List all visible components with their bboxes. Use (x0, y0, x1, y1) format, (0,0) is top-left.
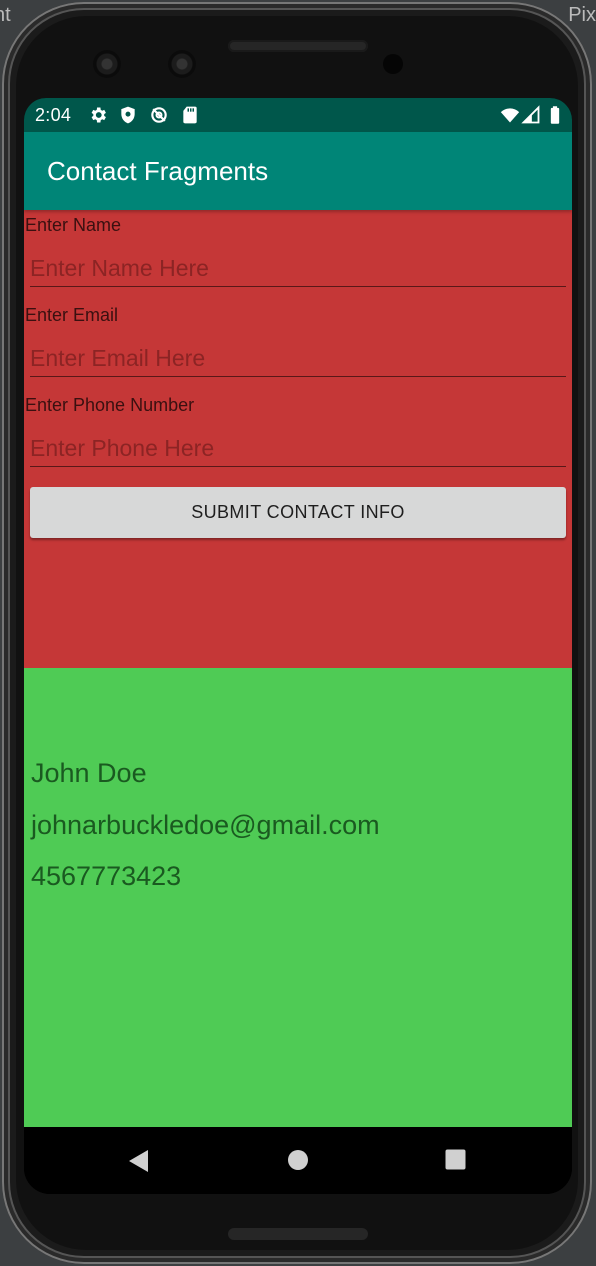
home-icon[interactable] (287, 1149, 309, 1171)
email-input[interactable] (30, 340, 566, 377)
ide-right-label: Pix (568, 4, 596, 26)
device-screen: 2:04 Contact Fragments Enter Name Enter … (24, 98, 572, 1194)
emulator-device-frame: 2:04 Contact Fragments Enter Name Enter … (2, 2, 592, 1264)
settings-icon (91, 107, 106, 123)
contact-display-fragment: John Doe johnarbuckledoe@gmail.com 45677… (24, 668, 572, 1127)
bottom-speaker (228, 1228, 368, 1240)
sync-disabled-icon (151, 107, 167, 123)
recents-icon[interactable] (445, 1149, 466, 1170)
battery-icon (550, 106, 560, 124)
cell-signal-icon (521, 105, 540, 124)
submit-contact-button[interactable]: SUBMIT CONTACT INFO (30, 487, 566, 538)
camera-icon (93, 50, 121, 78)
back-icon[interactable] (127, 1149, 149, 1173)
name-input[interactable] (30, 250, 566, 287)
name-label: Enter Name (25, 215, 122, 235)
app-title: Contact Fragments (47, 156, 269, 186)
app-toolbar: Contact Fragments (24, 132, 572, 210)
email-label: Enter Email (25, 305, 119, 325)
shield-icon (121, 106, 135, 124)
display-phone: 4567773423 (31, 861, 182, 891)
front-sensor (383, 54, 403, 74)
camera-icon (168, 50, 196, 78)
earpiece-speaker (228, 40, 368, 52)
sd-card-icon (183, 106, 197, 124)
display-email: johnarbuckledoe@gmail.com (31, 810, 380, 840)
phone-label: Enter Phone Number (25, 395, 195, 415)
wifi-icon (500, 108, 520, 123)
ide-left-label: nt (0, 4, 11, 26)
status-time: 2:04 (35, 105, 72, 125)
phone-input[interactable] (30, 430, 566, 467)
system-navigation-bar (24, 1127, 572, 1194)
contact-input-fragment: Enter Name Enter Email Enter Phone Numbe… (24, 210, 572, 668)
status-bar: 2:04 (24, 98, 572, 132)
display-name: John Doe (31, 758, 147, 788)
